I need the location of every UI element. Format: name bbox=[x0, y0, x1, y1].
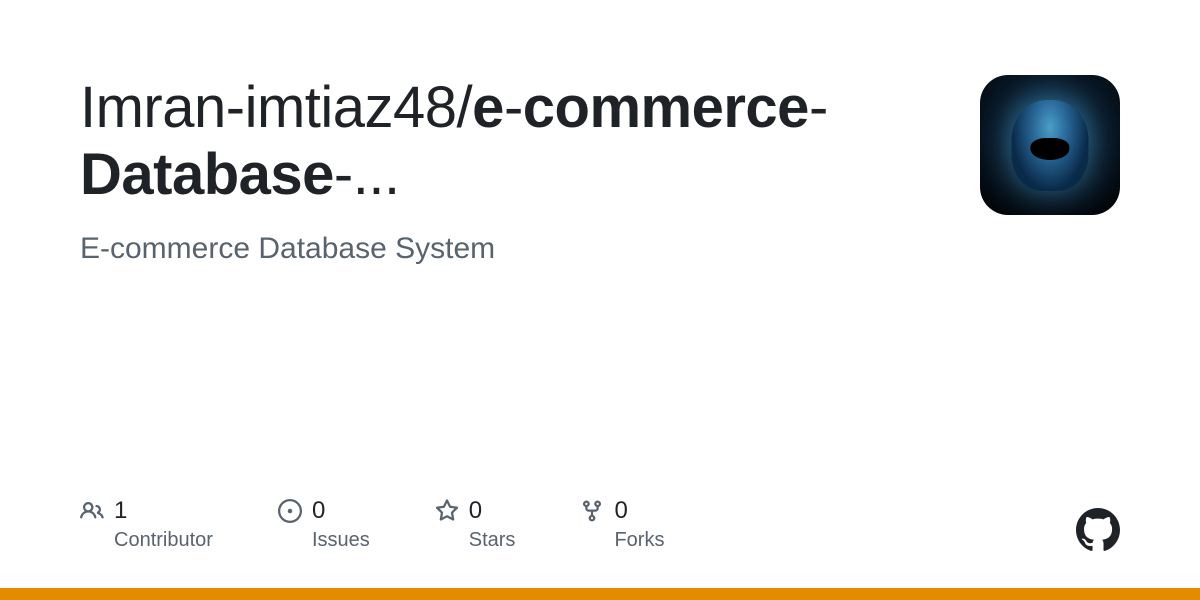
stars-label: Stars bbox=[469, 529, 516, 552]
owner-avatar bbox=[980, 75, 1120, 215]
title-slash: / bbox=[457, 75, 473, 140]
title-dash2: - bbox=[809, 75, 828, 140]
repo-name-part1: e bbox=[472, 75, 504, 140]
stat-stars: 0 Stars bbox=[435, 497, 516, 552]
repo-stats: 1 Contributor 0 Issues 0 Stars 0 Forks bbox=[80, 497, 664, 552]
contributors-count: 1 bbox=[114, 497, 127, 525]
repo-owner: Imran-imtiaz48 bbox=[80, 75, 457, 140]
title-ellipsis: ... bbox=[353, 142, 400, 207]
repo-description: E-commerce Database System bbox=[80, 232, 930, 266]
title-dash1: - bbox=[504, 75, 523, 140]
stat-contributors: 1 Contributor bbox=[80, 497, 213, 552]
issues-count: 0 bbox=[312, 497, 325, 525]
repo-title: Imran-imtiaz48/e-commerce-Database-... bbox=[80, 75, 930, 208]
stat-forks: 0 Forks bbox=[580, 497, 664, 552]
forks-count: 0 bbox=[614, 497, 627, 525]
repo-card: Imran-imtiaz48/e-commerce-Database-... E… bbox=[0, 0, 1200, 266]
stars-count: 0 bbox=[469, 497, 482, 525]
contributors-label: Contributor bbox=[114, 529, 213, 552]
repo-content: Imran-imtiaz48/e-commerce-Database-... E… bbox=[80, 75, 930, 266]
forks-label: Forks bbox=[614, 529, 664, 552]
stat-issues: 0 Issues bbox=[278, 497, 370, 552]
fork-icon bbox=[580, 499, 604, 523]
people-icon bbox=[80, 499, 104, 523]
repo-name-part2: commerce bbox=[523, 75, 809, 140]
star-icon bbox=[435, 499, 459, 523]
github-logo-icon bbox=[1076, 508, 1120, 552]
language-bar bbox=[0, 588, 1200, 600]
title-dash3: - bbox=[334, 142, 353, 207]
issue-icon bbox=[278, 499, 302, 523]
repo-name-part3: Database bbox=[80, 142, 334, 207]
issues-label: Issues bbox=[312, 529, 370, 552]
